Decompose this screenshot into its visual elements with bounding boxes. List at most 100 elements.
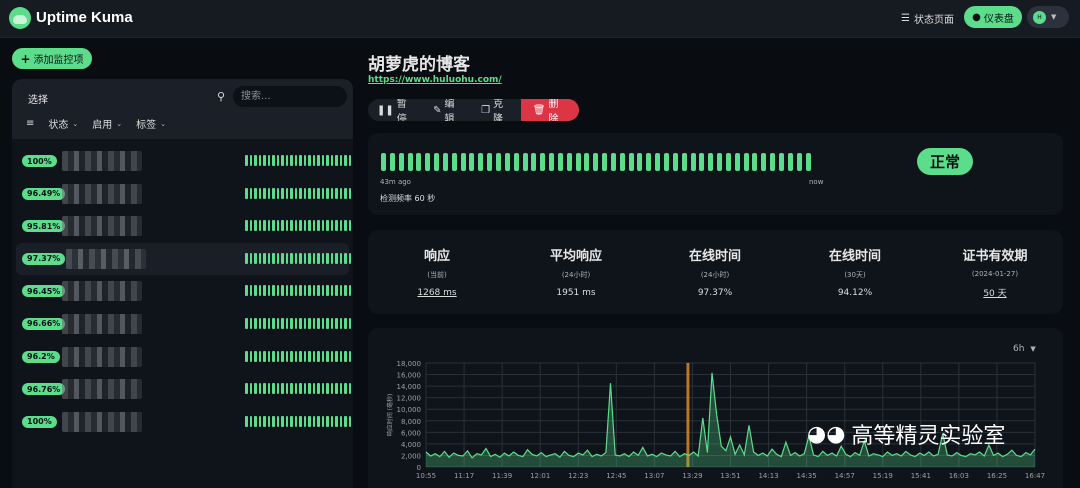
monitor-list-item[interactable]: 96.45% <box>12 275 353 308</box>
heartbeat-tick[interactable] <box>566 153 572 171</box>
heartbeat-tick[interactable] <box>531 153 537 171</box>
heartbeat-tick[interactable] <box>628 153 634 171</box>
heartbeat-tick[interactable] <box>778 153 784 171</box>
heartbeat-tick <box>272 317 275 329</box>
heartbeat-tick[interactable] <box>416 153 422 171</box>
heartbeat-bar <box>245 350 351 362</box>
x-tick-label: 13:29 <box>682 472 702 480</box>
monitor-list-item[interactable]: 96.2% <box>12 341 353 374</box>
heartbeat-tick[interactable] <box>761 153 767 171</box>
heartbeat-tick[interactable] <box>619 153 625 171</box>
heartbeat-tick <box>299 285 302 297</box>
heartbeat-tick[interactable] <box>593 153 599 171</box>
edit-button[interactable]: ✎ 编辑 <box>424 99 472 121</box>
filter-menu-icon[interactable]: ≡ <box>26 118 34 129</box>
monitor-url-link[interactable]: https://www.huluohu.com/ <box>368 75 502 85</box>
heartbeat-tick <box>249 317 252 329</box>
heartbeat-tick[interactable] <box>805 153 811 171</box>
heartbeat-tick <box>272 252 275 264</box>
uptime-kuma-logo-icon[interactable] <box>9 7 31 29</box>
heartbeat-bar <box>245 187 351 199</box>
heartbeat-tick <box>254 187 257 199</box>
heartbeat-tick[interactable] <box>681 153 687 171</box>
select-toggle[interactable]: 选择 <box>28 91 48 106</box>
heartbeat-tick[interactable] <box>487 153 493 171</box>
heartbeat-tick[interactable] <box>717 153 723 171</box>
user-menu[interactable]: H ▼ <box>1027 6 1069 28</box>
heartbeat-tick[interactable] <box>796 153 802 171</box>
heartbeat-tick[interactable] <box>770 153 776 171</box>
filter-tags-dropdown[interactable]: 标签 ⌄ <box>136 116 166 132</box>
heartbeat-tick[interactable] <box>602 153 608 171</box>
heartbeat-tick[interactable] <box>425 153 431 171</box>
heartbeat-tick[interactable] <box>672 153 678 171</box>
heartbeat-tick[interactable] <box>699 153 705 171</box>
heartbeat-tick[interactable] <box>434 153 440 171</box>
heartbeat-tick <box>281 350 284 362</box>
heartbeat-tick[interactable] <box>690 153 696 171</box>
add-monitor-button[interactable]: + 添加监控项 <box>12 48 92 69</box>
y-tick-label: 18,000 <box>397 360 422 368</box>
heartbeat-tick <box>294 285 297 297</box>
heartbeat-tick[interactable] <box>752 153 758 171</box>
heartbeat-tick[interactable] <box>787 153 793 171</box>
stat-value[interactable]: 50 天 <box>930 286 1060 299</box>
filter-active-dropdown[interactable]: 启用 ⌄ <box>92 116 122 132</box>
heartbeat-tick[interactable] <box>389 153 395 171</box>
heartbeat-tick[interactable] <box>451 153 457 171</box>
monitor-list-item[interactable]: 96.76% <box>12 373 353 406</box>
heartbeat-tick[interactable] <box>495 153 501 171</box>
heartbeat-tick[interactable] <box>743 153 749 171</box>
heartbeat-tick[interactable] <box>734 153 740 171</box>
clone-button[interactable]: ❐ 克隆 <box>472 99 521 121</box>
heartbeat-tick <box>290 285 293 297</box>
heartbeat-tick[interactable] <box>725 153 731 171</box>
status-page-link[interactable]: ☰ 状态页面 <box>901 11 954 26</box>
x-tick-label: 14:35 <box>797 472 817 480</box>
filter-active-label: 启用 <box>92 120 113 131</box>
heartbeat-tick[interactable] <box>504 153 510 171</box>
heartbeat-tick[interactable] <box>610 153 616 171</box>
stat-sub: (30天) <box>844 271 866 279</box>
monitor-list-item[interactable]: 95.81% <box>12 210 353 243</box>
monitor-list-item[interactable]: 96.49% <box>12 178 353 211</box>
pause-button[interactable]: ❚❚ 暂停 <box>368 99 424 121</box>
monitor-list-item[interactable]: 100% <box>12 406 353 439</box>
heartbeat-bar <box>245 383 351 395</box>
heartbeat-tick[interactable] <box>584 153 590 171</box>
heartbeat-tick <box>285 220 288 232</box>
stat-uptime-30d: 在线时间 (30天) 94.12% <box>790 245 920 298</box>
heartbeat-tick[interactable] <box>540 153 546 171</box>
delete-button[interactable]: 🗑 删除 <box>520 99 579 121</box>
stat-value[interactable]: 1268 ms <box>372 288 502 298</box>
search-input[interactable] <box>233 86 347 107</box>
heartbeat-tick[interactable] <box>460 153 466 171</box>
heartbeat-tick[interactable] <box>398 153 404 171</box>
monitor-list-item-selected[interactable]: 97.37% <box>16 242 351 276</box>
app-title[interactable]: Uptime Kuma <box>36 9 133 26</box>
heartbeat-tick <box>321 187 324 199</box>
heartbeat-tick[interactable] <box>513 153 519 171</box>
heartbeat-tick[interactable] <box>557 153 563 171</box>
heartbeat-tick[interactable] <box>381 153 386 171</box>
heartbeat-tick[interactable] <box>469 153 475 171</box>
heartbeat-tick <box>339 383 342 395</box>
monitor-list-item[interactable]: 100% <box>12 145 353 178</box>
heartbeat-tick[interactable] <box>442 153 448 171</box>
dashboard-button[interactable]: ● 仪表盘 <box>964 6 1022 28</box>
heartbeat-bar <box>245 220 351 232</box>
heartbeat-tick[interactable] <box>549 153 555 171</box>
heartbeat-tick[interactable] <box>522 153 528 171</box>
heartbeat-tick <box>254 220 257 232</box>
heartbeat-tick[interactable] <box>575 153 581 171</box>
heartbeat-tick <box>321 350 324 362</box>
heartbeat-tick[interactable] <box>478 153 484 171</box>
filter-status-dropdown[interactable]: 状态 ⌄ <box>48 116 78 132</box>
heartbeat-tick[interactable] <box>646 153 652 171</box>
heartbeat-tick[interactable] <box>655 153 661 171</box>
heartbeat-tick[interactable] <box>664 153 669 171</box>
heartbeat-tick[interactable] <box>407 153 413 171</box>
monitor-list-item[interactable]: 96.66% <box>12 308 353 341</box>
heartbeat-tick[interactable] <box>637 153 643 171</box>
heartbeat-tick[interactable] <box>708 153 714 171</box>
